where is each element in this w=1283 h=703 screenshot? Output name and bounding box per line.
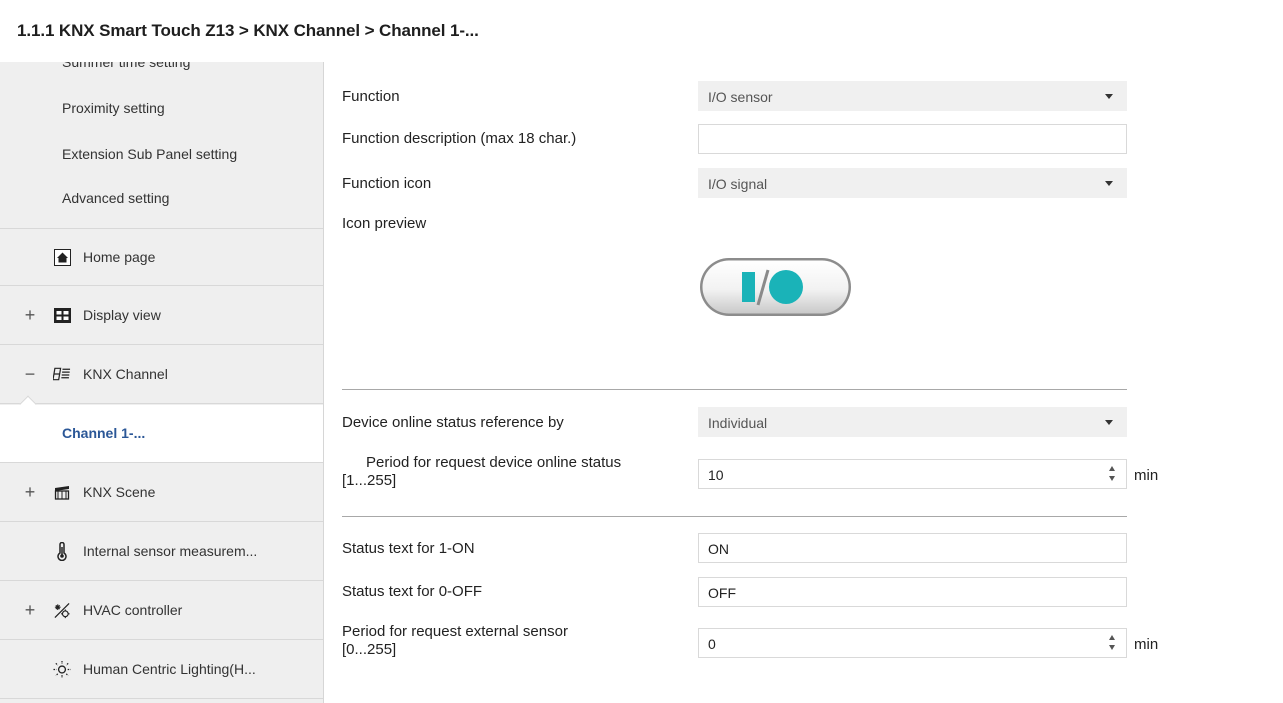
sidebar-item-hvac-controller[interactable]: + HVAC controller [0,582,323,640]
external-period-unit: min [1134,636,1159,653]
sidebar-item-label: Home page [83,249,156,265]
online-period-value: 10 [708,467,724,483]
status-off-field[interactable]: OFF [698,577,1127,607]
function-icon-select[interactable]: I/O signal [698,168,1127,198]
spinner-icon[interactable] [1109,634,1117,652]
breadcrumb: 1.1.1 KNX Smart Touch Z13 > KNX Channel … [17,21,479,40]
sidebar-item-knx-channel[interactable]: − KNX Channel [0,346,323,404]
sidebar-item-label: Channel 1-... [62,425,146,441]
scene-icon [53,483,71,501]
sidebar-item-knx-scene[interactable]: + KNX Scene [0,464,323,522]
sidebar-item-summer-time[interactable]: Summer time setting [62,62,190,70]
display-view-icon [53,306,71,324]
function-description-label: Function description (max 18 char.) [342,130,577,147]
sidebar-item-proximity[interactable]: Proximity setting [62,100,165,116]
sidebar: Summer time setting Proximity setting Ex… [0,62,324,703]
external-period-label: Period for request external sensor [342,623,568,640]
section-divider [342,516,1127,517]
hvac-icon [53,601,71,619]
sidebar-item-label: Human Centric Lighting(H... [83,661,256,677]
external-period-range: [0...255] [342,641,397,658]
sidebar-item-label: Display view [83,307,161,323]
sidebar-item-channel-1[interactable]: Channel 1-... [0,395,323,463]
sidebar-item-label: KNX Scene [83,484,156,500]
status-on-field[interactable]: ON [698,533,1127,563]
section-divider [342,389,1127,390]
status-on-label: Status text for 1-ON [342,540,475,557]
sidebar-item-label: KNX Channel [83,366,168,382]
sidebar-item-home-page[interactable]: Home page [0,228,323,286]
function-description-field[interactable] [698,124,1127,154]
knx-channel-icon [53,365,71,383]
online-period-unit: min [1134,467,1159,484]
chevron-down-icon [1105,181,1113,186]
sidebar-item-human-centric-lighting[interactable]: Human Centric Lighting(H... [0,641,323,699]
sidebar-item-display-view[interactable]: + Display view [0,287,323,345]
function-icon-label: Function icon [342,175,432,192]
external-period-stepper[interactable]: 0 [698,628,1127,658]
external-period-value: 0 [708,636,716,652]
online-status-reference-select[interactable]: Individual [698,407,1127,437]
online-period-range: [1...255] [342,472,397,489]
sidebar-item-label: Internal sensor measurem... [83,543,258,559]
function-icon-value: I/O signal [708,176,768,192]
status-on-value: ON [708,541,729,557]
function-value: I/O sensor [708,89,773,105]
online-status-reference-value: Individual [708,415,768,431]
chevron-down-icon [1105,94,1113,99]
function-select[interactable]: I/O sensor [698,81,1127,111]
sidebar-item-label: HVAC controller [83,602,183,618]
home-icon [53,248,71,266]
sun-icon [53,660,71,678]
expand-icon[interactable]: + [22,306,38,324]
sidebar-item-extension-sub-panel[interactable]: Extension Sub Panel setting [62,146,237,162]
chevron-down-icon [1105,420,1113,425]
collapse-icon[interactable]: − [22,365,38,383]
io-signal-icon [698,255,853,319]
thermometer-icon [53,541,71,561]
online-status-reference-label: Device online status reference by [342,414,564,431]
function-label: Function [342,88,400,105]
spinner-icon[interactable] [1109,465,1117,483]
expand-icon[interactable]: + [22,483,38,501]
status-off-label: Status text for 0-OFF [342,583,483,600]
expand-icon[interactable]: + [22,601,38,619]
parameter-panel: Function I/O sensor Function description… [324,62,1283,703]
title-bar: 1.1.1 KNX Smart Touch Z13 > KNX Channel … [0,0,1283,62]
online-period-stepper[interactable]: 10 [698,459,1127,489]
online-period-label: Period for request device online status [366,454,622,471]
sidebar-item-internal-sensor[interactable]: Internal sensor measurem... [0,523,323,581]
sidebar-item-advanced[interactable]: Advanced setting [62,190,169,206]
icon-preview-label: Icon preview [342,215,427,232]
status-off-value: OFF [708,585,736,601]
